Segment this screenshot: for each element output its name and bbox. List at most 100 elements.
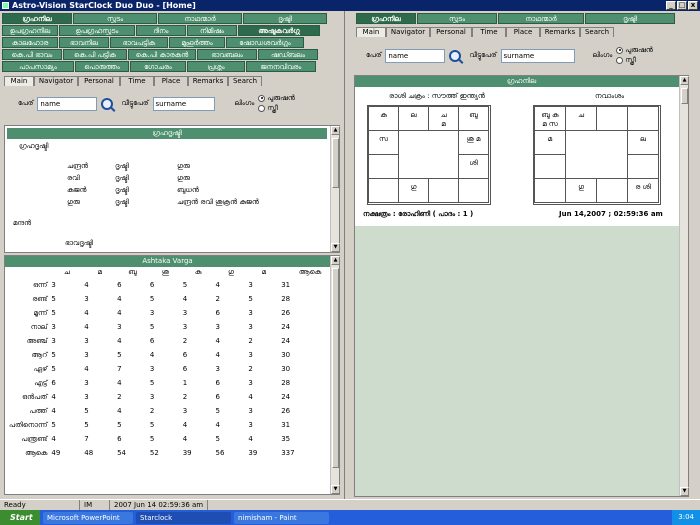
- surname-input[interactable]: surname: [500, 48, 575, 63]
- subtab-navigator[interactable]: Navigator: [386, 27, 430, 37]
- tab-3-2[interactable]: കെ.പി കാരകൻ: [128, 49, 196, 60]
- tab-2-1[interactable]: ഭാവനില: [59, 37, 109, 48]
- drishti-cell: ദൃഷ്ടി: [115, 162, 129, 170]
- tab-3-4[interactable]: ഷഡ്ബലം: [258, 49, 318, 60]
- status-bar: Ready IM 2007 Jun 14 02:59:36 am: [0, 499, 700, 510]
- taskbar-app-powerpoint[interactable]: Microsoft PowerPoint: [43, 511, 133, 524]
- ashtaka-cell: 4: [182, 295, 188, 303]
- start-button[interactable]: Start: [0, 510, 40, 525]
- name-input[interactable]: name: [385, 48, 446, 63]
- search-icon[interactable]: [449, 49, 462, 62]
- scroll-down-icon[interactable]: ▼: [331, 243, 340, 252]
- ashtaka-row-label: രണ്ട്: [32, 294, 48, 303]
- subtab-personal[interactable]: Personal: [430, 27, 472, 37]
- ashtaka-cell: 3: [117, 323, 122, 331]
- tab-1-0[interactable]: ഉപഗ്രഹനില: [2, 25, 58, 36]
- ashtaka-scrollbar[interactable]: ▲ ▼: [330, 256, 340, 494]
- tab-4-0[interactable]: പാപസാമ്യം: [2, 61, 74, 72]
- tab-2-2[interactable]: ഭാവപട്ടിക: [110, 37, 168, 48]
- scroll-up-icon[interactable]: ▲: [680, 76, 689, 85]
- tab-0-1[interactable]: സ്ഫുടം: [73, 13, 157, 24]
- navamsa-chart: ബു കു മ സ ച മ ല ഗു ര ശി: [533, 105, 661, 205]
- app-icon: [2, 2, 9, 9]
- subtab-place[interactable]: Place: [506, 27, 540, 37]
- drishti-scrollbar[interactable]: ▲ ▼: [330, 126, 340, 252]
- name-input[interactable]: name: [37, 96, 98, 111]
- tab-0-3[interactable]: ദൃഷ്ടി: [243, 13, 327, 24]
- tab-2-3[interactable]: മുഹൂർത്തം: [169, 37, 225, 48]
- ashtaka-cell: 2: [215, 295, 221, 303]
- male-radio[interactable]: പുരുഷൻ: [616, 46, 653, 55]
- tab-2-4[interactable]: ഷോഡശവർഗ്ഗം: [226, 37, 304, 48]
- tab-4-3[interactable]: പ്രശ്നം: [187, 61, 245, 72]
- ashtaka-cell: 4: [248, 435, 253, 443]
- table-row: ഏഴ് 5 4 7 3 6 3 2 30: [7, 362, 339, 376]
- chart-cell: [458, 178, 489, 203]
- tab-0-0[interactable]: ഗ്രഹനില: [2, 13, 72, 24]
- tab-4-2[interactable]: ഗോചരം: [130, 61, 186, 72]
- grahanila-header: ഗ്രഹനില: [355, 76, 688, 87]
- ashtaka-cell: 3: [84, 393, 89, 401]
- search-icon[interactable]: [101, 97, 114, 110]
- right-tab-2[interactable]: നാഥന്മാർ: [498, 13, 584, 24]
- close-button[interactable]: x: [688, 1, 698, 10]
- tab-1-3[interactable]: നിമിഷം: [187, 25, 237, 36]
- tab-1-2[interactable]: ദിനം: [136, 25, 186, 36]
- tab-3-3[interactable]: ഭാവബലം: [197, 49, 257, 60]
- tab-0-2[interactable]: നാഥന്മാർ: [158, 13, 242, 24]
- taskbar-app-paint[interactable]: nimisham - Paint: [234, 511, 329, 524]
- tab-2-0[interactable]: കാലഹോര: [2, 37, 58, 48]
- maximize-button[interactable]: □: [677, 1, 687, 10]
- scroll-thumb[interactable]: [332, 138, 339, 188]
- scroll-down-icon[interactable]: ▼: [680, 487, 689, 496]
- female-radio[interactable]: സ്ത്രീ: [616, 56, 653, 65]
- scroll-up-icon[interactable]: ▲: [331, 256, 340, 265]
- gender-options: പുരുഷൻ സ്ത്രീ: [616, 46, 653, 65]
- subtab-search[interactable]: Search: [228, 76, 262, 86]
- grahanila-panel: ഗ്രഹനില രാശി ചക്രം : സൗത്ത് ഇന്ത്യൻ നവാം…: [354, 75, 689, 497]
- ashtaka-cell: 5: [149, 435, 155, 443]
- grahanila-scrollbar[interactable]: ▲ ▼: [679, 76, 689, 496]
- tab-1-4[interactable]: അഷ്ടകവർഗ്ഗ: [238, 25, 320, 36]
- surname-input[interactable]: surname: [152, 96, 215, 111]
- ashtaka-cell: 5: [117, 351, 122, 359]
- nakshatra-text: നക്ഷത്രം : രോഹിണി ( പാദം : 1 ): [363, 210, 474, 218]
- chart-cell: [368, 154, 399, 179]
- tab-4-1[interactable]: പൊരുത്തം: [75, 61, 129, 72]
- subtab-main[interactable]: Main: [4, 76, 34, 86]
- subtab-main[interactable]: Main: [356, 27, 386, 37]
- taskbar-app-starclock[interactable]: Starclock: [136, 511, 231, 524]
- scroll-thumb[interactable]: [332, 268, 339, 468]
- tab-1-1[interactable]: ഉപഗ്രഹസ്ഫുടം: [59, 25, 135, 36]
- ashtaka-cell: 6: [182, 365, 188, 373]
- subtab-personal[interactable]: Personal: [78, 76, 120, 86]
- scroll-down-icon[interactable]: ▼: [331, 485, 340, 494]
- right-tab-1[interactable]: സ്ഫുടം: [417, 13, 497, 24]
- tab-3-0[interactable]: കെ.പി ഭാവം: [2, 49, 62, 60]
- left-tab-row: കാലഹോര ഭാവനില ഭാവപട്ടിക മുഹൂർത്തം ഷോഡശവർഗ്ഗം: [2, 37, 304, 49]
- chart-center: [398, 130, 459, 179]
- ashtaka-cell: 6: [149, 337, 155, 345]
- ashtaka-cell: 5: [51, 295, 56, 303]
- female-radio[interactable]: സ്ത്രീ: [258, 104, 295, 113]
- right-tab-3[interactable]: ദൃഷ്ടി: [585, 13, 675, 24]
- tab-3-1[interactable]: കെ.പി പട്ടിക: [63, 49, 127, 60]
- subtab-remarks[interactable]: Remarks: [540, 27, 580, 37]
- ashtaka-cell: 4: [117, 309, 122, 317]
- ashtaka-cell: 4: [84, 309, 89, 317]
- scroll-up-icon[interactable]: ▲: [331, 126, 340, 135]
- subtab-navigator[interactable]: Navigator: [34, 76, 78, 86]
- subtab-time[interactable]: Time: [472, 27, 506, 37]
- ashtaka-cell: 6: [182, 351, 188, 359]
- scroll-thumb[interactable]: [681, 88, 688, 104]
- subtab-search[interactable]: Search: [580, 27, 614, 37]
- male-radio[interactable]: പുരുഷൻ: [258, 94, 295, 103]
- tab-4-4[interactable]: ജനനവിവരം: [246, 61, 316, 72]
- minimize-button[interactable]: _: [666, 1, 676, 10]
- ashtaka-cell: 4: [51, 407, 56, 415]
- subtab-place[interactable]: Place: [154, 76, 188, 86]
- subtab-remarks[interactable]: Remarks: [188, 76, 228, 86]
- right-tab-0[interactable]: ഗ്രഹനില: [356, 13, 416, 24]
- drishti-row: ഗുരു ദൃഷ്ടി ചന്ദ്രൻ രവി ശുക്രൻ കുജൻ: [67, 198, 317, 210]
- subtab-time[interactable]: Time: [120, 76, 154, 86]
